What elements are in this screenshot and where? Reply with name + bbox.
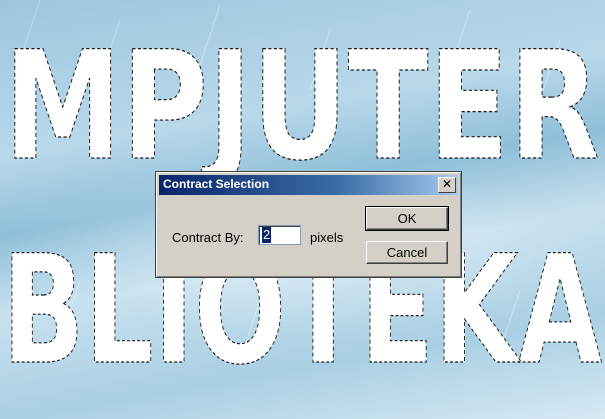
contract-by-label: Contract By: [172,230,244,245]
artwork-text-line-1: MPJUTER [4,20,600,194]
dialog-title: Contract Selection [163,177,270,191]
contract-by-value: 2 [262,227,272,243]
units-label: pixels [310,230,344,245]
contract-by-input[interactable]: 2 [258,225,301,245]
ok-button[interactable]: OK [365,206,449,231]
cancel-button[interactable]: Cancel [366,241,448,264]
dialog-titlebar[interactable]: Contract Selection ✕ [159,175,458,195]
contract-selection-dialog: Contract Selection ✕ Contract By: 2 pixe… [155,171,462,278]
close-icon: ✕ [441,177,453,191]
close-button[interactable]: ✕ [438,177,456,193]
